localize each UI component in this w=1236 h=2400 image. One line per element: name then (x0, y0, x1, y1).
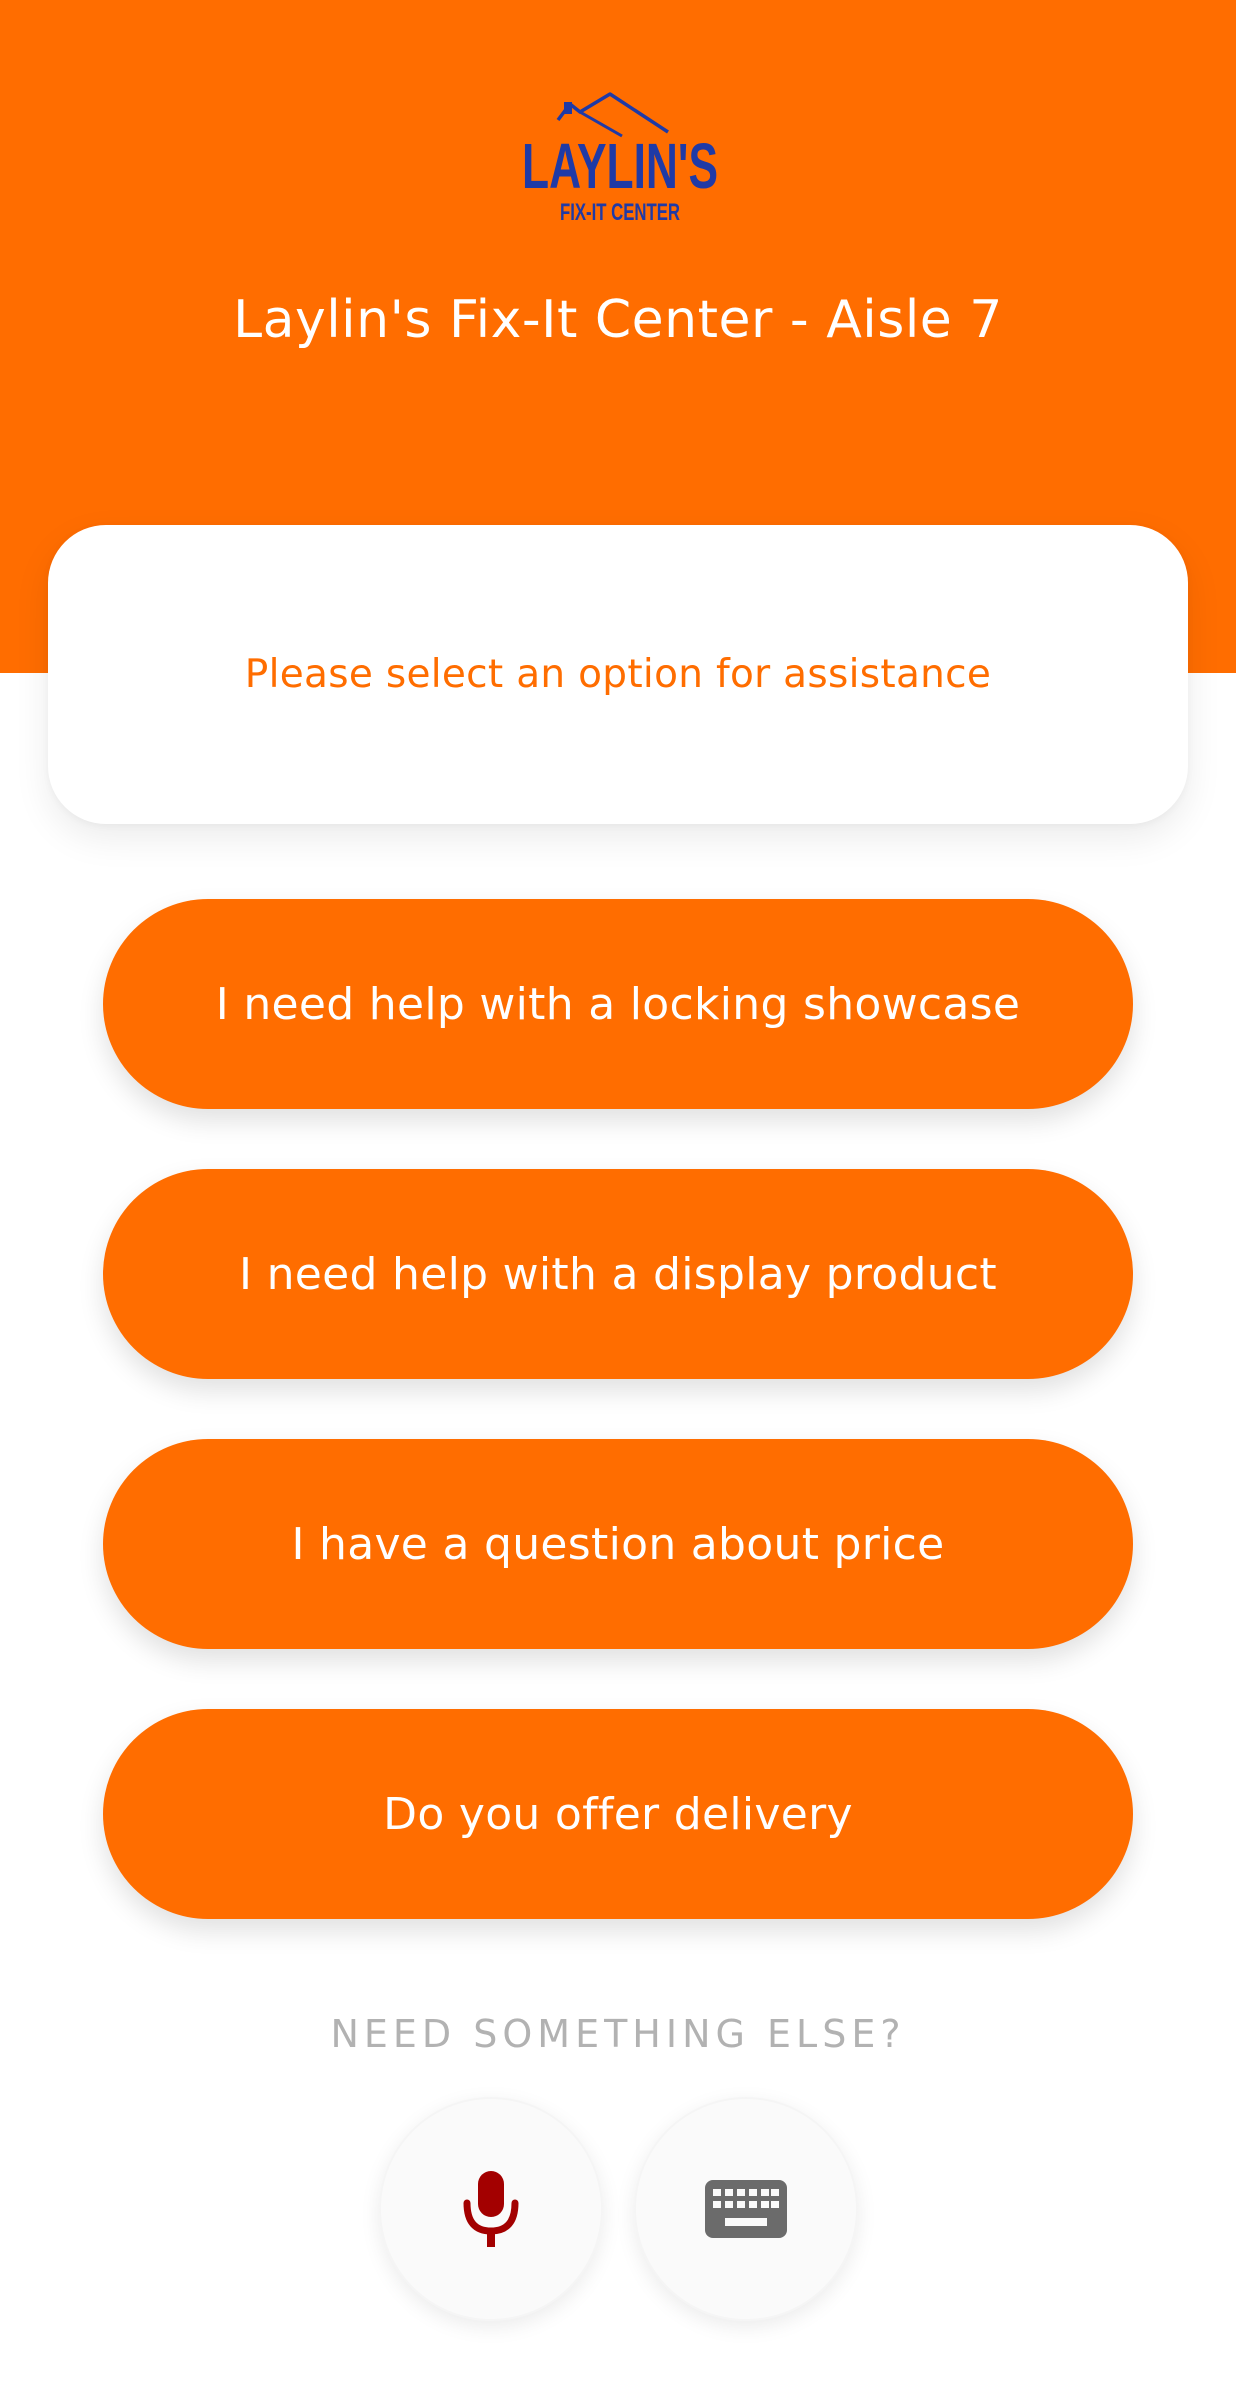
prompt-card: Please select an option for assistance (48, 525, 1188, 824)
page: LAYLIN'S FIX-IT CENTER Laylin's Fix-It C… (0, 0, 1236, 2400)
microphone-icon (463, 2171, 519, 2247)
option-locking-showcase-button[interactable]: I need help with a locking showcase (103, 899, 1133, 1109)
svg-text:LAYLIN'S: LAYLIN'S (522, 130, 718, 202)
option-display-product-button[interactable]: I need help with a display product (103, 1169, 1133, 1379)
voice-input-button[interactable] (379, 2097, 603, 2321)
brand-logo: LAYLIN'S FIX-IT CENTER (518, 92, 722, 224)
option-delivery-button[interactable]: Do you offer delivery (103, 1709, 1133, 1919)
svg-text:FIX-IT CENTER: FIX-IT CENTER (560, 199, 680, 224)
prompt-text: Please select an option for assistance (244, 652, 992, 697)
keyboard-input-button[interactable] (634, 2097, 858, 2321)
keyboard-icon (705, 2180, 787, 2238)
options-list: I need help with a locking showcase I ne… (103, 899, 1133, 1979)
page-title: Laylin's Fix-It Center - Aisle 7 (233, 290, 1003, 350)
option-price-question-button[interactable]: I have a question about price (103, 1439, 1133, 1649)
need-something-else-label: NEED SOMETHING ELSE? (330, 2012, 906, 2056)
